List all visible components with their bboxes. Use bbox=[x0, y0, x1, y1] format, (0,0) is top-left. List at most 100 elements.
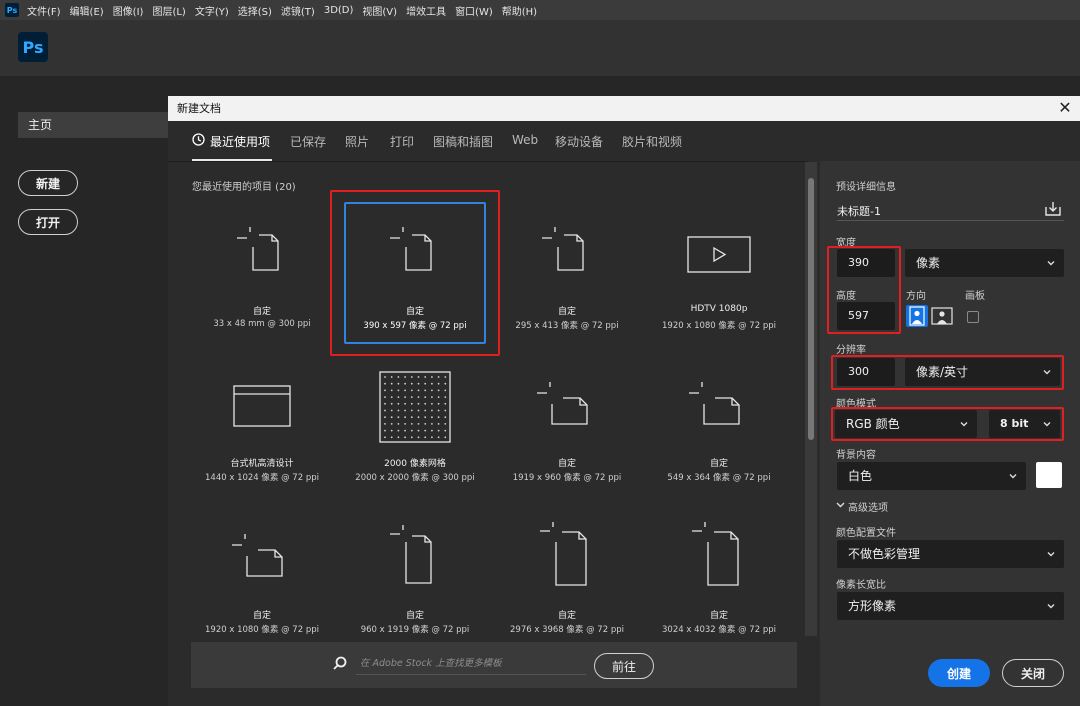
background-select[interactable]: 白色 bbox=[837, 462, 1026, 490]
portrait-doc-icon bbox=[692, 522, 739, 586]
menu-type[interactable]: 文字(Y) bbox=[195, 3, 229, 18]
tile-size: 1920 x 1080 像素 @ 72 ppi bbox=[205, 625, 319, 635]
tab-web[interactable]: Web bbox=[512, 133, 538, 147]
portrait-doc-icon bbox=[540, 522, 587, 586]
advanced-options-toggle[interactable]: 高级选项 bbox=[848, 499, 888, 514]
chevron-down-icon bbox=[1047, 604, 1055, 609]
create-button[interactable]: 创建 bbox=[928, 659, 990, 687]
dialog-close-icon[interactable]: ✕ bbox=[1056, 99, 1074, 117]
new-document-dialog: 新建文档 ✕ 最近使用项 已保存 照片 打印 图稿和插图 Web 移动设备 胶片… bbox=[168, 96, 1080, 706]
menu-window[interactable]: 窗口(W) bbox=[455, 3, 493, 18]
tile-name: 台式机高清设计 bbox=[230, 459, 294, 469]
menu-view[interactable]: 视图(V) bbox=[362, 3, 397, 18]
document-name-underline bbox=[837, 220, 1064, 221]
tabs-divider bbox=[168, 161, 808, 162]
background-color-swatch[interactable] bbox=[1036, 462, 1062, 488]
pixel-aspect-value: 方形像素 bbox=[848, 599, 897, 613]
tile-size: 1919 x 960 像素 @ 72 ppi bbox=[512, 473, 622, 483]
menu-file[interactable]: 文件(F) bbox=[27, 3, 61, 18]
tile-size: 3024 x 4032 像素 @ 72 ppi bbox=[662, 625, 776, 635]
tab-mobile[interactable]: 移动设备 bbox=[555, 133, 603, 150]
tile-size: 2000 x 2000 像素 @ 300 ppi bbox=[355, 473, 475, 483]
tile-name: HDTV 1080p bbox=[690, 304, 748, 314]
menu-plugins[interactable]: 增效工具 bbox=[406, 3, 446, 18]
preset-tile[interactable]: 台式机高清设计 1440 x 1024 像素 @ 72 ppi bbox=[189, 370, 335, 483]
portrait-doc-icon bbox=[542, 227, 584, 271]
preset-tile[interactable]: 自定 1919 x 960 像素 @ 72 ppi bbox=[494, 370, 640, 483]
tile-name: 自定 bbox=[252, 307, 271, 317]
tile-size: 1440 x 1024 像素 @ 72 ppi bbox=[205, 473, 319, 483]
tab-photo[interactable]: 照片 bbox=[345, 133, 369, 150]
preset-tile[interactable]: 自定 1920 x 1080 像素 @ 72 ppi bbox=[189, 522, 335, 635]
menu-select[interactable]: 选择(S) bbox=[238, 3, 272, 18]
chevron-down-icon[interactable] bbox=[836, 501, 845, 509]
tile-name: 2000 像素网格 bbox=[384, 459, 446, 469]
tab-film-video[interactable]: 胶片和视频 bbox=[622, 133, 682, 150]
photoshop-logo: Ps bbox=[18, 32, 48, 62]
new-file-button[interactable]: 新建 bbox=[18, 170, 78, 196]
tab-recent[interactable]: 最近使用项 bbox=[210, 133, 270, 150]
stock-search-input[interactable]: 在 Adobe Stock 上查找更多模板 bbox=[356, 653, 586, 675]
menu-3d[interactable]: 3D(D) bbox=[324, 5, 354, 16]
tile-name: 自定 bbox=[709, 459, 728, 469]
tab-art-illustration[interactable]: 图稿和插图 bbox=[433, 133, 493, 150]
color-profile-label: 颜色配置文件 bbox=[836, 528, 896, 539]
pixel-aspect-select[interactable]: 方形像素 bbox=[837, 592, 1064, 620]
annotation-highlight-resolution bbox=[831, 355, 1064, 390]
preset-tile[interactable]: 自定 3024 x 4032 像素 @ 72 ppi bbox=[646, 522, 792, 635]
tile-size: 960 x 1919 像素 @ 72 ppi bbox=[360, 625, 470, 635]
artboard-checkbox[interactable] bbox=[967, 311, 979, 323]
portrait-orientation-icon[interactable] bbox=[906, 305, 928, 327]
resolution-label: 分辨率 bbox=[836, 345, 866, 356]
tab-saved[interactable]: 已保存 bbox=[290, 133, 326, 150]
portrait-doc-icon bbox=[390, 525, 432, 584]
landscape-orientation-icon[interactable] bbox=[931, 305, 953, 327]
open-file-button[interactable]: 打开 bbox=[18, 209, 78, 235]
annotation-highlight-color-mode bbox=[831, 407, 1064, 441]
preset-tile[interactable]: HDTV 1080p 1920 x 1080 像素 @ 72 ppi bbox=[646, 218, 792, 331]
scrollbar-thumb[interactable] bbox=[808, 178, 814, 440]
tile-size: 2976 x 3968 像素 @ 72 ppi bbox=[510, 625, 624, 635]
background-value: 白色 bbox=[848, 469, 873, 483]
preset-tile[interactable]: 自定 2976 x 3968 像素 @ 72 ppi bbox=[494, 522, 640, 635]
width-unit-select[interactable]: 像素 bbox=[905, 249, 1064, 277]
menu-bar: Ps 文件(F) 编辑(E) 图像(I) 图层(L) 文字(Y) 选择(S) 滤… bbox=[0, 0, 1080, 20]
tile-name: 自定 bbox=[557, 459, 576, 469]
preset-tile[interactable]: 自定 549 x 364 像素 @ 72 ppi bbox=[646, 370, 792, 483]
go-button[interactable]: 前往 bbox=[594, 653, 654, 679]
clock-icon bbox=[192, 133, 205, 146]
save-preset-icon[interactable] bbox=[1044, 201, 1062, 217]
annotation-highlight-size bbox=[827, 246, 901, 334]
video-icon bbox=[687, 236, 751, 273]
menu-edit[interactable]: 编辑(E) bbox=[70, 3, 104, 18]
preset-tile[interactable]: 自定 33 x 48 mm @ 300 ppi bbox=[189, 218, 335, 330]
portrait-doc-icon bbox=[237, 227, 279, 271]
color-profile-select[interactable]: 不做色彩管理 bbox=[837, 540, 1064, 568]
preset-tile[interactable]: 2000 像素网格 2000 x 2000 像素 @ 300 ppi bbox=[342, 370, 488, 483]
background-label: 背景内容 bbox=[836, 450, 876, 461]
close-button[interactable]: 关闭 bbox=[1002, 659, 1064, 687]
pixel-aspect-label: 像素长宽比 bbox=[836, 580, 886, 591]
color-profile-value: 不做色彩管理 bbox=[848, 547, 921, 561]
menu-filter[interactable]: 滤镜(T) bbox=[281, 3, 315, 18]
tile-size: 295 x 413 像素 @ 72 ppi bbox=[515, 321, 619, 331]
width-unit-value: 像素 bbox=[916, 256, 941, 270]
landscape-doc-icon bbox=[689, 382, 740, 425]
home-nav-item[interactable]: 主页 bbox=[18, 112, 168, 138]
document-name[interactable]: 未标题-1 bbox=[837, 203, 881, 219]
tab-print[interactable]: 打印 bbox=[390, 133, 414, 150]
ps-mini-logo: Ps bbox=[5, 3, 19, 17]
menu-help[interactable]: 帮助(H) bbox=[502, 3, 537, 18]
browser-window-icon bbox=[233, 385, 291, 427]
menu-layer[interactable]: 图层(L) bbox=[152, 3, 185, 18]
preset-details-heading: 预设详细信息 bbox=[836, 182, 896, 193]
chevron-down-icon bbox=[1047, 261, 1055, 266]
preset-tile[interactable]: 自定 960 x 1919 像素 @ 72 ppi bbox=[342, 522, 488, 635]
preset-tabs: 最近使用项 已保存 照片 打印 图稿和插图 Web 移动设备 胶片和视频 bbox=[168, 121, 1080, 161]
menu-image[interactable]: 图像(I) bbox=[113, 3, 144, 18]
tile-size: 549 x 364 像素 @ 72 ppi bbox=[667, 473, 771, 483]
app-header bbox=[0, 20, 1080, 76]
preset-tile[interactable]: 自定 295 x 413 像素 @ 72 ppi bbox=[494, 218, 640, 331]
landscape-doc-icon bbox=[232, 534, 283, 577]
tile-size: 33 x 48 mm @ 300 ppi bbox=[213, 319, 311, 329]
